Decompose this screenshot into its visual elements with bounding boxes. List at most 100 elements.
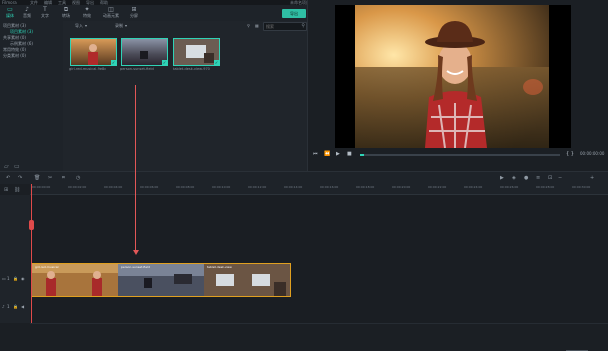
step-back-icon[interactable]: ⏪ bbox=[324, 151, 330, 157]
folder-icon[interactable]: ▭ bbox=[14, 163, 20, 170]
text-icon: T bbox=[43, 6, 47, 13]
media-sidebar: 项目素材 (3) 项目素材 (3) 共享素材 (0) 示例素材 (6) 常用特效… bbox=[0, 21, 64, 171]
ruler-tick-label: 00:00:30:00 bbox=[572, 185, 591, 189]
clip-name: tablet-desk-view-970 bbox=[173, 67, 210, 71]
ruler-tick-label: 00:00:00:00 bbox=[32, 185, 51, 189]
tool-effects[interactable]: ✦ 特效 bbox=[77, 6, 97, 18]
playhead-handle[interactable] bbox=[29, 220, 34, 230]
playback-progress[interactable] bbox=[360, 154, 560, 156]
preview-panel: ⏮ ⏪ ▶ ■ { } 00:00:00:00 bbox=[307, 0, 608, 171]
new-folder-icon[interactable]: ▱ bbox=[4, 163, 9, 170]
tool-text[interactable]: T 文字 bbox=[35, 6, 55, 18]
timeline-clip[interactable]: person-sunset-field bbox=[118, 264, 204, 296]
lock-icon[interactable]: 🔒 bbox=[13, 276, 18, 281]
timeline-clip[interactable]: tablet-desk-view bbox=[204, 264, 290, 296]
sidebar-item-category-media[interactable]: 分类素材 (0) bbox=[3, 53, 26, 59]
clip-label: girl-red-musical bbox=[35, 265, 59, 269]
clip-label: person-sunset-field bbox=[121, 265, 150, 269]
splitscreen-icon: ⊞ bbox=[131, 6, 137, 13]
clip-name: girl-red-musical-9e8c bbox=[69, 67, 107, 71]
playhead[interactable] bbox=[31, 184, 32, 323]
delete-icon[interactable]: 🗑 bbox=[34, 175, 40, 181]
ruler-tick-label: 00:00:28:00 bbox=[536, 185, 555, 189]
timeline-toolbar: ↶ ↷ 🗑 ✂ ⌗ ◷ ▶ ◈ ● ≡ ⊡ − + bbox=[0, 172, 608, 351]
checkmark-icon: ✓ bbox=[111, 60, 116, 65]
checkmark-icon: ✓ bbox=[214, 60, 219, 65]
tool-transition[interactable]: ⧉ 转场 bbox=[56, 6, 76, 18]
timeline-clip[interactable]: girl-red-musical bbox=[32, 264, 118, 296]
timeline-clip-group[interactable]: girl-red-musical person-sunset-field tab… bbox=[31, 263, 291, 297]
ruler-tick-label: 00:00:26:00 bbox=[500, 185, 519, 189]
music-icon: ♪ bbox=[25, 6, 29, 13]
search-icon[interactable]: ⚲ bbox=[301, 23, 305, 30]
cut-icon[interactable]: ✂ bbox=[48, 175, 52, 181]
eye-icon[interactable]: ◉ bbox=[21, 276, 25, 281]
crop-icon[interactable]: ⌗ bbox=[62, 175, 65, 181]
ruler-tick-label: 00:00:24:00 bbox=[464, 185, 483, 189]
media-library: 导入 ▾ 录制 ▾ ⚲ ▦ ⚲ ✓ girl-red-musical-9e8c … bbox=[63, 21, 307, 171]
record-dropdown[interactable]: 录制 bbox=[115, 23, 123, 29]
ruler-tick-label: 00:00:18:00 bbox=[356, 185, 375, 189]
track-lane-empty[interactable] bbox=[30, 195, 608, 262]
elements-icon: ◫ bbox=[108, 6, 114, 13]
effects-icon: ✦ bbox=[84, 6, 90, 13]
chevron-down-icon[interactable]: ▾ bbox=[85, 23, 87, 28]
drag-annotation-arrow bbox=[135, 85, 136, 253]
import-dropdown[interactable]: 导入 bbox=[75, 23, 83, 29]
grid-view-icon[interactable]: ▦ bbox=[255, 23, 259, 28]
track-header-empty bbox=[0, 195, 31, 261]
stop-icon[interactable]: ■ bbox=[347, 151, 352, 157]
media-thumbnail[interactable]: ✓ bbox=[70, 38, 117, 66]
tool-audio[interactable]: ♪ 音频 bbox=[17, 6, 37, 18]
chevron-down-icon[interactable]: ▾ bbox=[125, 23, 127, 28]
clip-label: tablet-desk-view bbox=[207, 265, 232, 269]
video-track-icon: ▭ bbox=[2, 276, 6, 281]
redo-icon[interactable]: ↷ bbox=[18, 175, 22, 181]
ruler-tick-label: 00:00:06:00 bbox=[140, 185, 159, 189]
preview-image bbox=[355, 5, 549, 148]
ruler-tick-label: 00:00:16:00 bbox=[320, 185, 339, 189]
render-icon[interactable]: ▶ bbox=[500, 175, 504, 181]
search-input[interactable] bbox=[264, 23, 300, 30]
lock-icon[interactable]: 🔒 bbox=[13, 304, 18, 309]
play-icon[interactable]: ▶ bbox=[336, 151, 340, 157]
track-header-video: ▭ 1 🔒 ◉ bbox=[0, 261, 31, 297]
speaker-icon[interactable]: ◀ bbox=[21, 304, 24, 309]
search-box[interactable]: ⚲ bbox=[263, 22, 307, 31]
timeline-tracks: ▭ 1 🔒 ◉ ♪ 1 🔒 ◀ bbox=[0, 195, 608, 324]
link-icon[interactable]: ⛓ bbox=[14, 187, 20, 193]
braces-icon[interactable]: { } bbox=[566, 151, 574, 157]
export-button[interactable]: 导出 bbox=[282, 9, 306, 18]
progress-fill bbox=[360, 154, 364, 156]
checkmark-icon: ✓ bbox=[162, 60, 167, 65]
ruler-tick-label: 00:00:14:00 bbox=[284, 185, 303, 189]
ruler-tick-label: 00:00:10:00 bbox=[212, 185, 231, 189]
clip-thumbnail-image bbox=[71, 39, 116, 65]
timeline-ruler[interactable]: 00:00:00:00 00:00:02:00 00:00:04:00 00:00:0… bbox=[30, 184, 608, 195]
media-thumbnail[interactable]: ✓ bbox=[173, 38, 220, 66]
tool-splitscreen[interactable]: ⊞ 分屏 bbox=[124, 6, 144, 18]
filter-icon[interactable]: ⚲ bbox=[247, 23, 250, 28]
undo-icon[interactable]: ↶ bbox=[6, 175, 10, 181]
timecode: 00:00:00:00 bbox=[580, 151, 605, 156]
tool-elements[interactable]: ◫ 动画元素 bbox=[99, 6, 123, 18]
skip-back-icon[interactable]: ⏮ bbox=[313, 151, 318, 157]
voiceover-icon[interactable]: ≡ bbox=[536, 175, 540, 181]
ruler-tick-label: 00:00:02:00 bbox=[68, 185, 87, 189]
ruler-tick-label: 00:00:22:00 bbox=[428, 185, 447, 189]
media-thumbnail[interactable]: ✓ bbox=[121, 38, 168, 66]
add-track-icon[interactable]: ⊞ bbox=[4, 187, 8, 193]
clip-name: person-sunset-field bbox=[120, 67, 154, 71]
ruler-tick-label: 00:00:08:00 bbox=[176, 185, 195, 189]
library-toolbar: 导入 ▾ 录制 ▾ ⚲ ▦ ⚲ bbox=[63, 21, 307, 31]
zoom-in-icon[interactable]: + bbox=[590, 175, 594, 181]
mic-icon[interactable]: ● bbox=[524, 175, 528, 181]
ruler-tick-label: 00:00:20:00 bbox=[392, 185, 411, 189]
track-lane-audio[interactable] bbox=[30, 297, 608, 324]
clip-thumbnail-image bbox=[122, 39, 167, 65]
zoom-out-icon[interactable]: − bbox=[558, 175, 562, 181]
speed-icon[interactable]: ◷ bbox=[76, 175, 80, 181]
snapshot-icon[interactable]: ⊡ bbox=[548, 175, 552, 181]
track-number: 1 bbox=[7, 276, 10, 281]
marker-icon[interactable]: ◈ bbox=[512, 175, 516, 181]
